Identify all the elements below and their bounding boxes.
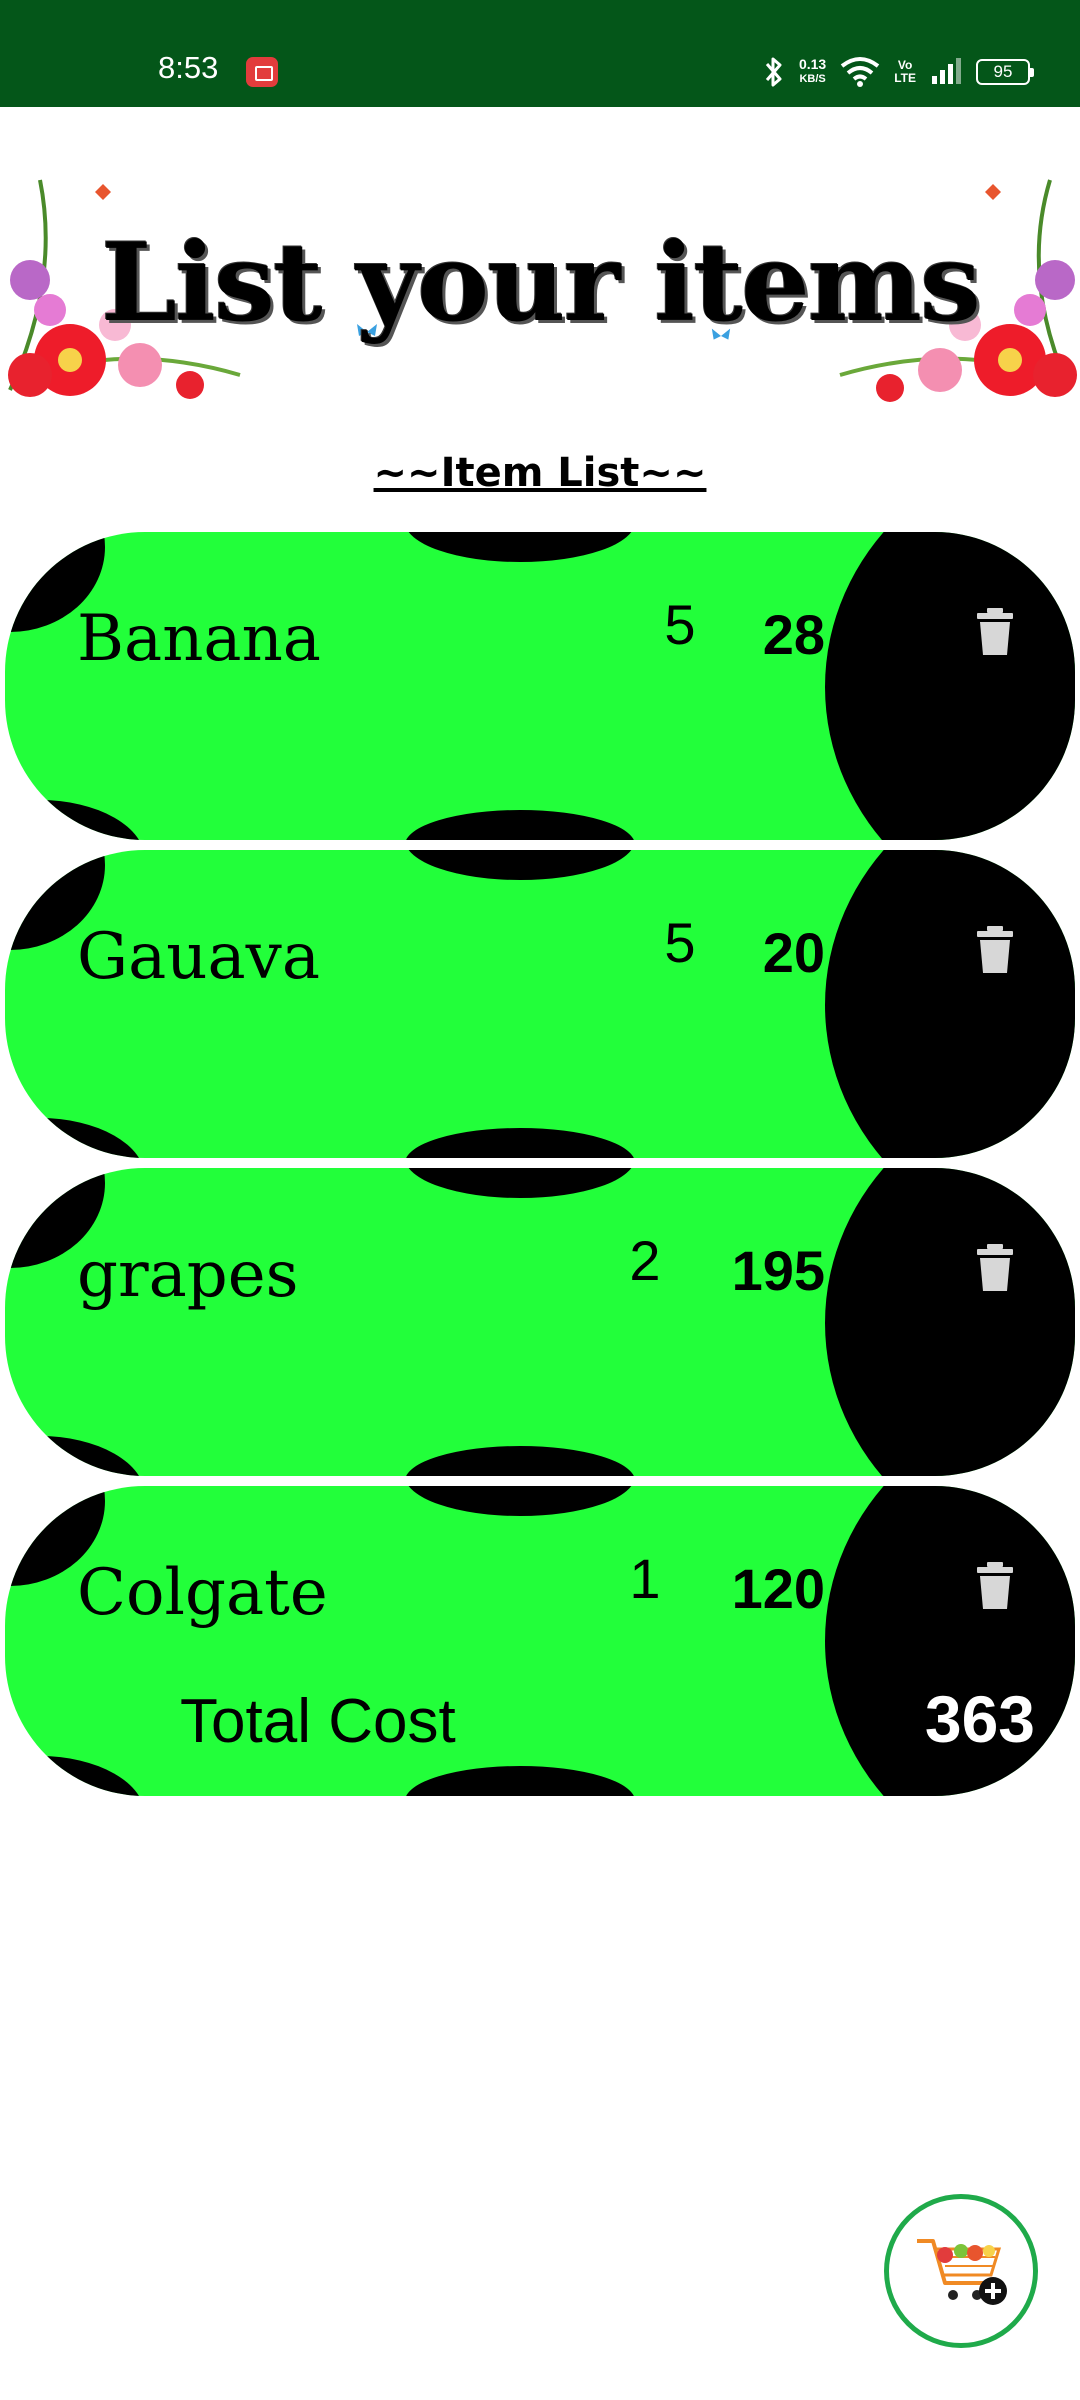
item-price: 20 (762, 921, 825, 984)
volte-indicator: Vo LTE (894, 59, 916, 85)
card-decoration (5, 1756, 145, 1796)
card-decoration (825, 1168, 1075, 1476)
card-decoration (825, 850, 1075, 1158)
item-quantity: 2 (629, 1229, 661, 1292)
trash-icon (977, 608, 1013, 655)
item-quantity: 1 (629, 1547, 661, 1610)
list-item[interactable]: grapes 2 195 (5, 1168, 1075, 1476)
header-banner: List your items (0, 160, 1080, 410)
trash-icon (977, 1562, 1013, 1609)
status-time: 8:53 (158, 50, 219, 85)
trash-icon (977, 1244, 1013, 1291)
item-price: 28 (762, 603, 825, 666)
total-cost-value: 363 (924, 1682, 1035, 1756)
card-decoration (405, 810, 635, 840)
trash-icon (977, 926, 1013, 973)
item-price: 195 (731, 1239, 825, 1302)
item-quantity: 5 (664, 911, 696, 974)
card-decoration (405, 850, 635, 880)
delete-button[interactable] (950, 1541, 1040, 1631)
volte-bottom: LTE (894, 71, 916, 85)
card-decoration (825, 532, 1075, 840)
status-bar: 8:53 0.13 KB/S Vo LTE 95 (0, 0, 1080, 107)
wifi-icon (840, 57, 880, 87)
item-name: Banana (77, 602, 321, 676)
card-decoration (405, 532, 635, 562)
card-decoration (405, 1128, 635, 1158)
add-item-button[interactable] (884, 2194, 1038, 2348)
signal-icon (932, 58, 961, 84)
delete-button[interactable] (950, 587, 1040, 677)
banner-title: List your items (101, 220, 981, 346)
item-quantity: 5 (664, 593, 696, 656)
card-decoration (5, 800, 145, 840)
list-item[interactable]: Banana 5 28 (5, 532, 1075, 840)
delete-button[interactable] (950, 905, 1040, 995)
card-decoration (405, 1766, 635, 1796)
card-decoration (405, 1486, 635, 1516)
list-item[interactable]: Gauava 5 20 (5, 850, 1075, 1158)
item-price: 120 (731, 1557, 825, 1620)
item-name: Colgate (77, 1556, 328, 1630)
list-heading: ~~Item List~~ (373, 450, 707, 496)
total-cost-label: Total Cost (180, 1687, 456, 1756)
battery-indicator: 95 (976, 59, 1034, 85)
network-speed-value: 0.13 (798, 56, 827, 72)
screen-record-icon (246, 57, 278, 87)
cart-plus-icon (917, 2239, 1007, 2305)
card-decoration (5, 1118, 145, 1158)
status-indicators: 0.13 KB/S Vo LTE 95 (763, 52, 1034, 92)
item-name: grapes (77, 1238, 299, 1312)
card-decoration (5, 1436, 145, 1476)
card-decoration (405, 1168, 635, 1198)
item-name: Gauava (77, 920, 320, 994)
delete-button[interactable] (950, 1223, 1040, 1313)
network-speed-unit: KB/S (799, 73, 826, 85)
bluetooth-icon (765, 57, 782, 87)
list-item[interactable]: Colgate 1 120 Total Cost 363 (5, 1486, 1075, 1796)
network-speed: 0.13 KB/S (799, 57, 826, 87)
card-decoration (405, 1446, 635, 1476)
